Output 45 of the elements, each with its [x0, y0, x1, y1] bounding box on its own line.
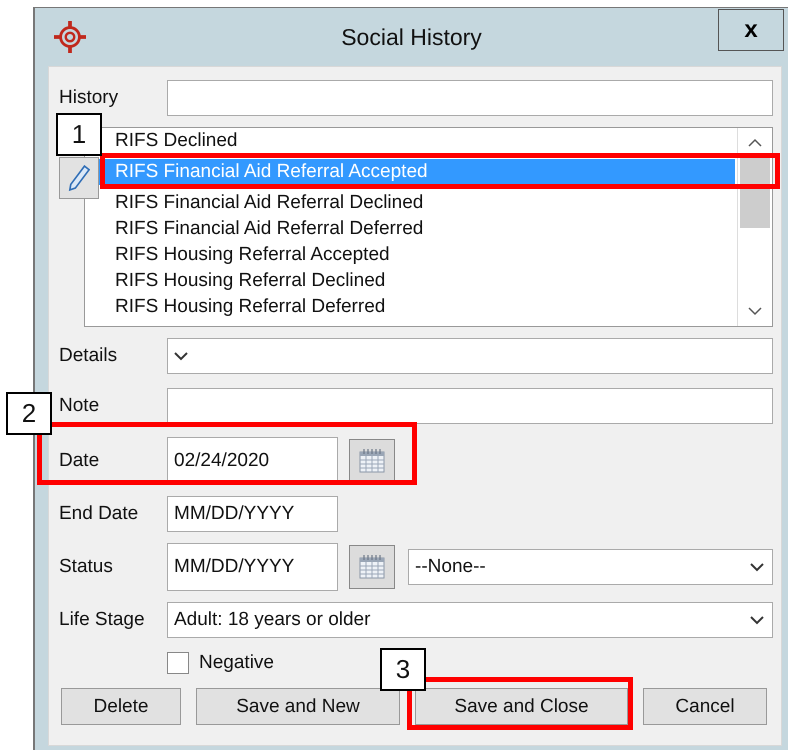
edit-button[interactable] — [59, 157, 99, 199]
chevron-down-icon — [750, 616, 764, 624]
list-item[interactable]: RIFS Housing Referral Accepted — [115, 242, 390, 268]
list-item[interactable]: RIFS Financial Aid Referral Declined — [115, 190, 424, 216]
step-number: 1 — [56, 113, 102, 156]
step-number: 2 — [6, 392, 52, 435]
field-label: Details — [59, 345, 118, 367]
dialog-button[interactable]: Cancel — [643, 688, 767, 725]
checkbox[interactable] — [167, 652, 189, 674]
field-label: History — [59, 87, 120, 109]
scroll-down-icon[interactable] — [747, 306, 763, 316]
calendar-button[interactable] — [349, 545, 395, 589]
date-field[interactable]: MM/DD/YYYY — [167, 543, 338, 591]
close-button[interactable]: x — [718, 9, 784, 51]
status-dropdown[interactable]: --None-- — [408, 549, 773, 585]
field-label: Life Stage — [59, 609, 146, 631]
dialog-button[interactable]: Delete — [61, 688, 181, 725]
list-item[interactable]: RIFS Financial Aid Referral Deferred — [115, 216, 424, 242]
chevron-down-icon — [174, 352, 188, 360]
checkbox-label: Negative — [199, 652, 274, 674]
field-label: Date — [59, 450, 100, 472]
field-label: Status — [59, 556, 114, 578]
scroll-up-icon[interactable] — [747, 138, 763, 148]
list-item[interactable]: RIFS Housing Referral Deferred — [115, 294, 386, 320]
step-number: 3 — [380, 648, 426, 691]
field-label: Note — [59, 395, 100, 417]
dialog-button[interactable]: Save and Close — [415, 688, 628, 725]
dropdown-field[interactable]: Adult: 18 years or older — [167, 602, 773, 638]
calendar-icon — [358, 448, 386, 474]
crosshair-icon — [54, 21, 86, 53]
scrollbar[interactable] — [737, 128, 772, 326]
dropdown-field[interactable] — [167, 338, 773, 374]
end-date-field[interactable]: MM/DD/YYYY — [167, 496, 338, 532]
pencil-icon — [68, 164, 90, 192]
list-item[interactable]: RIFS Housing Referral Declined — [115, 268, 386, 294]
scroll-thumb[interactable] — [740, 158, 770, 228]
history-field[interactable] — [167, 80, 773, 116]
calendar-button[interactable] — [349, 439, 395, 483]
window-title: Social History — [341, 24, 482, 51]
calendar-icon — [358, 554, 386, 580]
field-label: End Date — [59, 503, 140, 525]
note-field[interactable] — [167, 388, 773, 424]
chevron-down-icon — [750, 562, 764, 572]
list-item[interactable]: RIFS Declined — [115, 128, 238, 154]
dialog-button[interactable]: Save and New — [196, 688, 400, 725]
